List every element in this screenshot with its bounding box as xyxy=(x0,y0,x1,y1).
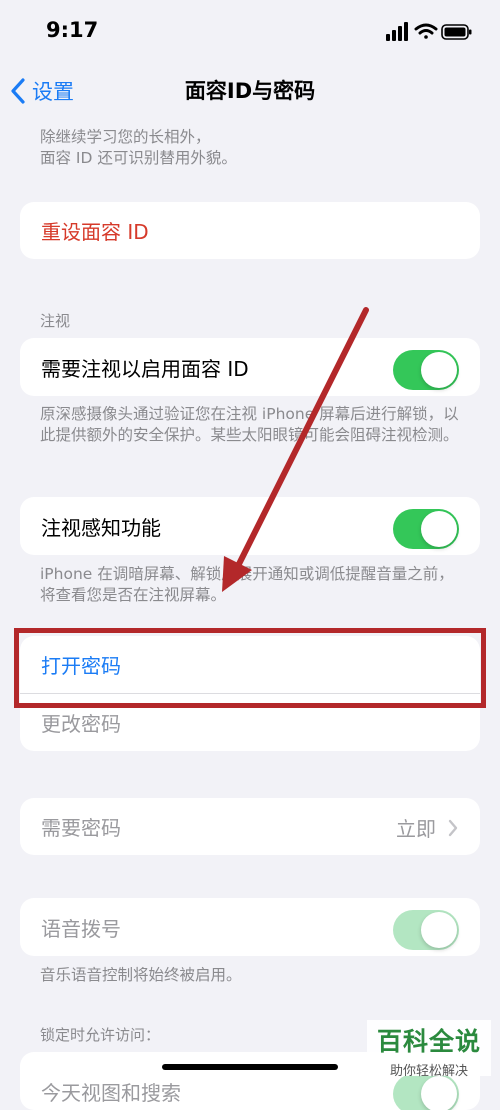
locked-access-header: 锁定时允许访问： xyxy=(40,1026,161,1044)
require-passcode-value: 立即 xyxy=(396,813,458,842)
voice-dial-toggle[interactable] xyxy=(393,910,459,950)
require-attention-card: 需要注视以启用面容 ID xyxy=(20,338,480,396)
require-passcode-card: 需要密码 立即 xyxy=(20,798,480,855)
attention-aware-footer: iPhone 在调暗屏幕、解锁后展开通知或调低提醒音量之前，将查看您是否在注视屏… xyxy=(40,565,454,604)
voice-dial-footer: 音乐语音控制将始终被启用。 xyxy=(40,966,242,984)
today-view-label: 今天视图和搜索 xyxy=(41,1080,181,1105)
require-attention-row: 需要注视以启用面容 ID xyxy=(20,338,480,396)
voice-dial-label: 语音拨号 xyxy=(41,916,121,941)
toggle-knob xyxy=(421,511,457,547)
require-passcode-value-text: 立即 xyxy=(396,817,436,841)
toggle-knob xyxy=(421,912,457,948)
face-id-footer: 除继续学习您的长相外， 面容 ID 还可识别替用外貌。 xyxy=(40,128,237,167)
attention-aware-toggle[interactable] xyxy=(393,509,459,549)
wifi-icon xyxy=(414,23,438,39)
status-icons xyxy=(386,22,472,42)
require-attention-label: 需要注视以启用面容 ID xyxy=(41,356,249,381)
chevron-right-icon xyxy=(448,819,458,836)
voice-dial-card: 语音拨号 xyxy=(20,898,480,956)
status-time: 9:17 xyxy=(46,18,99,42)
attention-aware-row: 注视感知功能 xyxy=(20,497,480,555)
voice-dial-row: 语音拨号 xyxy=(20,898,480,956)
cellular-signal-icon xyxy=(386,22,408,41)
status-bar: 9:17 xyxy=(0,0,500,62)
require-passcode-row[interactable]: 需要密码 立即 xyxy=(20,798,480,855)
navigation-bar: 设置 面容ID与密码 xyxy=(0,62,500,120)
toggle-knob xyxy=(421,1076,457,1110)
home-indicator xyxy=(162,1064,338,1070)
attention-footer: 原深感摄像头通过验证您在注视 iPhone 屏幕后进行解锁，以此提供额外的安全保… xyxy=(40,405,459,444)
battery-icon xyxy=(441,24,472,40)
reset-face-id-card: 重设面容 ID xyxy=(20,202,480,259)
today-view-toggle[interactable] xyxy=(393,1074,459,1110)
watermark-sub: 助你轻松解决 xyxy=(389,1064,468,1079)
reset-face-id-button[interactable]: 重设面容 ID xyxy=(20,202,480,259)
attention-header: 注视 xyxy=(40,312,71,330)
toggle-knob xyxy=(421,352,457,388)
require-passcode-label: 需要密码 xyxy=(41,816,121,840)
require-attention-toggle[interactable] xyxy=(393,350,459,390)
annotation-highlight-box xyxy=(14,628,486,708)
watermark-main: 百科全说 xyxy=(376,1027,481,1056)
attention-aware-label: 注视感知功能 xyxy=(41,515,161,540)
attention-aware-card: 注视感知功能 xyxy=(20,497,480,555)
page-title: 面容ID与密码 xyxy=(184,79,316,103)
watermark-logo: 百科全说 助你轻松解决 xyxy=(367,1020,491,1079)
